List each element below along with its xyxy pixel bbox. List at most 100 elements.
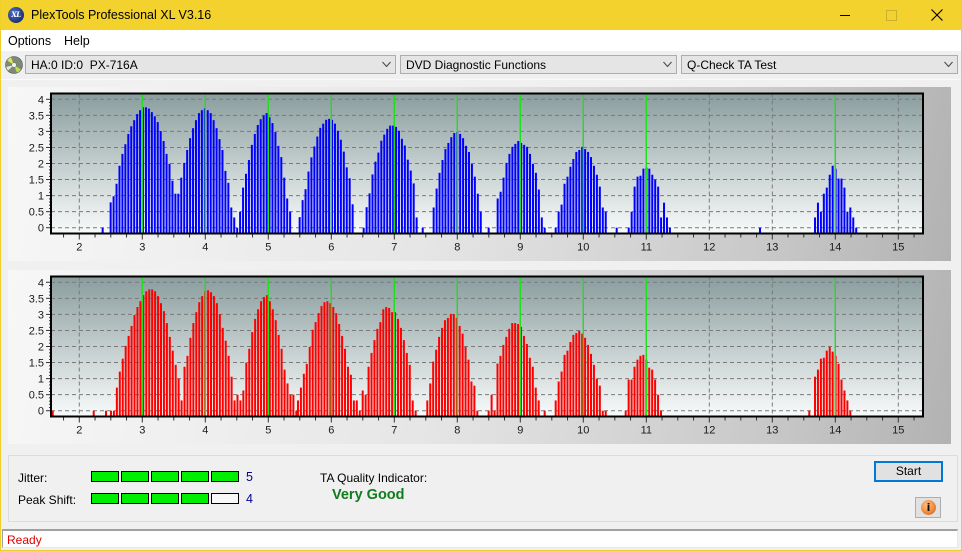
histogram-bar xyxy=(560,371,563,417)
histogram-bar xyxy=(578,330,581,417)
ta-quality-value: Very Good xyxy=(332,487,405,503)
x-tick-label: 2 xyxy=(76,242,82,254)
histogram-bar xyxy=(351,204,354,234)
histogram-bar xyxy=(537,189,540,234)
peak-shift-segment-empty xyxy=(211,493,239,504)
function-select[interactable]: DVD Diagnostic Functions xyxy=(400,55,677,74)
histogram-bar xyxy=(218,314,221,417)
histogram-bar xyxy=(159,131,162,234)
y-tick-label: 2.5 xyxy=(29,142,44,154)
histogram-bar xyxy=(212,296,215,417)
minimize-button[interactable] xyxy=(822,0,868,30)
x-tick-label: 3 xyxy=(139,242,145,254)
histogram-bar xyxy=(310,157,313,234)
histogram-bar xyxy=(452,314,455,417)
histogram-bar xyxy=(828,174,831,234)
y-tick-label: 4 xyxy=(38,94,44,106)
test-select-value: Q-Check TA Test xyxy=(687,58,777,72)
histogram-bar xyxy=(280,157,283,234)
histogram-bar xyxy=(165,323,168,417)
histogram-bar xyxy=(825,350,828,417)
y-tick-label: 1.5 xyxy=(29,175,44,187)
histogram-bar xyxy=(816,202,819,234)
histogram-bar xyxy=(400,138,403,234)
histogram-bar xyxy=(441,159,444,234)
info-button[interactable]: i xyxy=(915,497,941,518)
histogram-bar xyxy=(239,400,242,417)
histogram-bar xyxy=(575,333,578,417)
histogram-bar xyxy=(831,351,834,417)
toolbar: HA:0 ID:0 PX-716A DVD Diagnostic Functio… xyxy=(1,51,961,80)
histogram-bar xyxy=(250,144,253,234)
histogram-bar xyxy=(124,345,127,417)
histogram-bar xyxy=(139,110,142,234)
histogram-bar xyxy=(566,176,569,234)
histogram-bar xyxy=(355,400,358,417)
histogram-bar xyxy=(563,183,566,234)
histogram-bar xyxy=(230,207,233,234)
histogram-bar xyxy=(526,146,529,234)
histogram-bar xyxy=(286,198,289,234)
device-select[interactable]: HA:0 ID:0 PX-716A xyxy=(25,55,396,74)
menu-options[interactable]: Options xyxy=(8,34,51,48)
maximize-button[interactable] xyxy=(868,0,914,30)
histogram-bar xyxy=(239,211,242,234)
histogram-bar xyxy=(665,217,668,234)
histogram-bar xyxy=(283,369,286,417)
test-select[interactable]: Q-Check TA Test xyxy=(681,55,958,74)
histogram-bar xyxy=(376,328,379,417)
histogram-bar xyxy=(441,327,444,417)
function-select-value: DVD Diagnostic Functions xyxy=(406,58,547,72)
chevron-down-icon xyxy=(382,61,391,68)
histogram-bar xyxy=(648,367,651,417)
histogram-bar xyxy=(435,188,438,234)
y-tick-label: 2 xyxy=(38,159,44,171)
histogram-bar xyxy=(118,165,121,234)
histogram-bar xyxy=(388,307,391,417)
histogram-bar xyxy=(230,376,233,417)
histogram-bar xyxy=(411,400,414,417)
histogram-bar xyxy=(517,324,520,417)
histogram-bar xyxy=(385,307,388,417)
histogram-bar xyxy=(153,116,156,234)
histogram-bar xyxy=(265,113,268,234)
x-tick-label: 5 xyxy=(265,242,271,254)
histogram-bar xyxy=(636,359,639,417)
histogram-bar xyxy=(403,145,406,234)
close-button[interactable] xyxy=(914,0,960,30)
histogram-bar xyxy=(822,357,825,417)
histogram-bar xyxy=(578,150,581,234)
start-button[interactable]: Start xyxy=(874,461,943,482)
histogram-bar xyxy=(450,137,453,234)
status-bar: Ready xyxy=(2,529,958,548)
histogram-bar xyxy=(156,122,159,234)
histogram-bar xyxy=(590,353,593,417)
disc-icon xyxy=(5,56,23,74)
histogram-bar xyxy=(595,174,598,234)
chevron-down-icon xyxy=(944,61,953,68)
histogram-bar xyxy=(262,297,265,417)
x-tick-label: 3 xyxy=(139,425,145,437)
histogram-bar xyxy=(171,350,174,417)
histogram-bar xyxy=(819,211,822,234)
y-tick-label: 0.5 xyxy=(29,390,44,402)
histogram-bar xyxy=(508,153,511,234)
histogram-bar xyxy=(470,163,473,234)
histogram-bar xyxy=(476,193,479,234)
histogram-bar xyxy=(660,217,663,234)
histogram-bar xyxy=(145,291,148,417)
histogram-bar xyxy=(304,189,307,234)
histogram-bar xyxy=(332,307,335,417)
histogram-bar xyxy=(412,183,415,234)
lands-histogram-panel: 2 3 4 5 6 7 8 9 10 11 12 13 14 15 0 0.5 1 1.5 2 2.5 3 3.5 4 xyxy=(8,87,951,261)
histogram-bar xyxy=(592,165,595,234)
histogram-bar xyxy=(391,312,394,417)
peak-shift-segment-filled xyxy=(151,493,179,504)
jitter-segment-filled xyxy=(91,471,119,482)
menu-help[interactable]: Help xyxy=(64,34,90,48)
histogram-bar xyxy=(846,211,849,234)
y-tick-label: 1.5 xyxy=(29,358,44,370)
histogram-bar xyxy=(286,383,289,417)
histogram-bar xyxy=(194,120,197,234)
histogram-bar xyxy=(514,323,517,417)
